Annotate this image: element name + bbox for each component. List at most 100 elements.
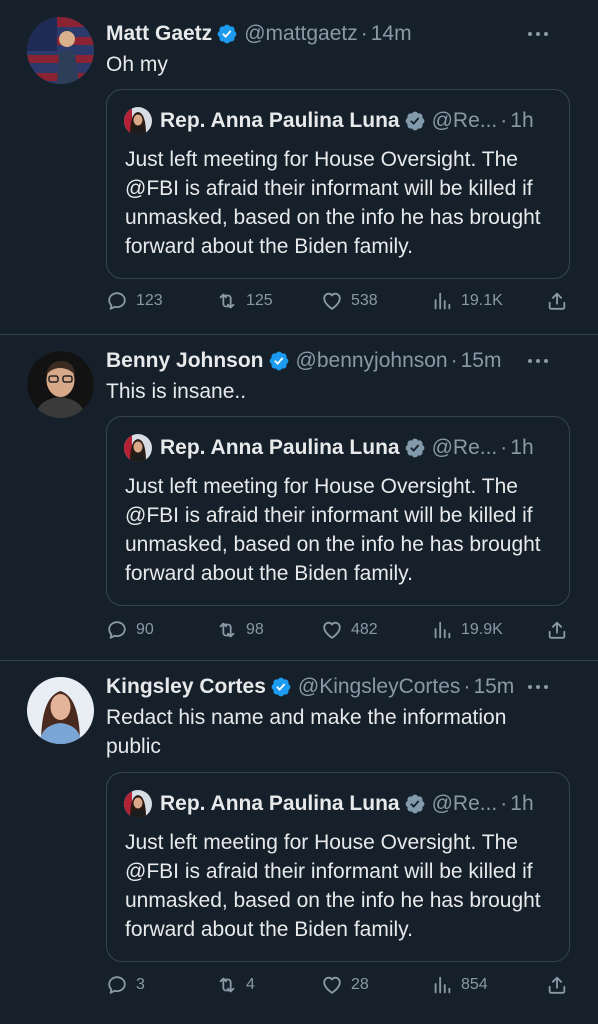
views-icon: [431, 619, 453, 641]
timestamp[interactable]: 14m: [371, 20, 412, 48]
tweet[interactable]: Kingsley Cortes @KingsleyCortes · 15m Re…: [0, 661, 598, 1024]
reply-button[interactable]: 123: [106, 287, 163, 315]
separator-dot: ·: [500, 792, 508, 815]
more-horizontal-icon[interactable]: [528, 347, 548, 375]
tweet-text: Redact his name and make the information…: [106, 706, 507, 758]
share-icon: [546, 974, 568, 996]
quoted-timestamp: 1h: [510, 109, 534, 132]
share-button[interactable]: [546, 971, 568, 999]
author-name[interactable]: Kingsley Cortes: [106, 673, 266, 701]
tweet-text: Oh my: [106, 53, 168, 76]
heart-icon: [321, 290, 343, 312]
tweet-header: Matt Gaetz @mattgaetz · 14m: [106, 20, 578, 48]
view-count: 19.1K: [461, 292, 503, 309]
avatar-image: [27, 17, 94, 84]
separator-dot: ·: [500, 109, 508, 132]
tweet[interactable]: Matt Gaetz @mattgaetz · 14m Oh my Rep. A…: [0, 0, 598, 335]
retweet-button[interactable]: 125: [216, 287, 273, 315]
avatar-image: [27, 677, 94, 744]
action-bar: 3 4 28 854: [106, 971, 570, 999]
quoted-avatar: [124, 107, 152, 135]
views-icon: [431, 974, 453, 996]
quoted-avatar: [124, 434, 152, 462]
quoted-tweet-text: Just left meeting for House Oversight. T…: [125, 148, 541, 258]
more-horizontal-icon[interactable]: [528, 673, 548, 701]
like-button[interactable]: 482: [321, 616, 378, 644]
quoted-avatar: [124, 790, 152, 818]
author-name[interactable]: Matt Gaetz: [106, 20, 212, 48]
reply-count: 90: [136, 621, 154, 638]
like-button[interactable]: 28: [321, 971, 369, 999]
author-handle[interactable]: @mattgaetz: [244, 20, 358, 48]
retweet-icon: [216, 290, 238, 312]
avatar-image: [27, 351, 94, 418]
reply-icon: [106, 974, 128, 996]
view-count: 854: [461, 976, 488, 993]
tweet[interactable]: Benny Johnson @bennyjohnson · 15m This i…: [0, 335, 598, 661]
retweet-count: 4: [246, 976, 255, 993]
views-button[interactable]: 854: [431, 971, 488, 999]
retweet-count: 98: [246, 621, 264, 638]
timestamp[interactable]: 15m: [461, 347, 502, 375]
share-button[interactable]: [546, 616, 568, 644]
action-bar: 90 98 482 19.9K: [106, 616, 570, 644]
separator-dot: ·: [500, 436, 508, 459]
verified-badge-icon: [404, 110, 426, 132]
heart-icon: [321, 974, 343, 996]
quoted-tweet[interactable]: Rep. Anna Paulina Luna @Re... · 1h Just …: [106, 772, 570, 962]
quoted-tweet-text: Just left meeting for House Oversight. T…: [125, 475, 541, 585]
author-handle[interactable]: @KingsleyCortes: [298, 673, 461, 701]
quoted-tweet[interactable]: Rep. Anna Paulina Luna @Re... · 1h Just …: [106, 416, 570, 606]
verified-badge-icon: [404, 793, 426, 815]
separator-dot: ·: [450, 349, 458, 372]
quoted-tweet-header: Rep. Anna Paulina Luna @Re... · 1h: [124, 434, 557, 462]
heart-icon: [321, 619, 343, 641]
retweet-icon: [216, 619, 238, 641]
reply-count: 123: [136, 292, 163, 309]
quoted-tweet-text: Just left meeting for House Oversight. T…: [125, 831, 541, 941]
quoted-timestamp: 1h: [510, 436, 534, 459]
view-count: 19.9K: [461, 621, 503, 638]
tweet-text: This is insane..: [106, 380, 247, 403]
quoted-tweet[interactable]: Rep. Anna Paulina Luna @Re... · 1h Just …: [106, 89, 570, 279]
reply-icon: [106, 619, 128, 641]
verified-badge-icon: [404, 437, 426, 459]
tweet-header: Benny Johnson @bennyjohnson · 15m: [106, 347, 578, 375]
views-button[interactable]: 19.9K: [431, 616, 503, 644]
verified-badge-icon: [270, 676, 292, 698]
timestamp[interactable]: 15m: [473, 673, 514, 701]
avatar[interactable]: [27, 17, 94, 84]
reply-button[interactable]: 90: [106, 616, 154, 644]
more-horizontal-icon[interactable]: [528, 20, 548, 48]
share-icon: [546, 619, 568, 641]
reply-count: 3: [136, 976, 145, 993]
author-handle[interactable]: @bennyjohnson: [296, 347, 448, 375]
share-icon: [546, 290, 568, 312]
views-button[interactable]: 19.1K: [431, 287, 503, 315]
share-button[interactable]: [546, 287, 568, 315]
quoted-author-name: Rep. Anna Paulina Luna: [160, 436, 400, 459]
verified-badge-icon: [216, 23, 238, 45]
retweet-icon: [216, 974, 238, 996]
reply-button[interactable]: 3: [106, 971, 145, 999]
quoted-author-handle: @Re...: [431, 109, 498, 132]
separator-dot: ·: [463, 675, 471, 698]
retweet-count: 125: [246, 292, 273, 309]
retweet-button[interactable]: 98: [216, 616, 264, 644]
quoted-author-name: Rep. Anna Paulina Luna: [160, 792, 400, 815]
quoted-timestamp: 1h: [510, 792, 534, 815]
like-button[interactable]: 538: [321, 287, 378, 315]
quoted-tweet-header: Rep. Anna Paulina Luna @Re... · 1h: [124, 107, 557, 135]
quoted-author-name: Rep. Anna Paulina Luna: [160, 109, 400, 132]
quoted-author-handle: @Re...: [431, 436, 498, 459]
avatar[interactable]: [27, 351, 94, 418]
author-name[interactable]: Benny Johnson: [106, 347, 264, 375]
quoted-author-handle: @Re...: [431, 792, 498, 815]
reply-icon: [106, 290, 128, 312]
verified-badge-icon: [268, 350, 290, 372]
like-count: 482: [351, 621, 378, 638]
views-icon: [431, 290, 453, 312]
avatar[interactable]: [27, 677, 94, 744]
separator-dot: ·: [360, 22, 368, 45]
retweet-button[interactable]: 4: [216, 971, 255, 999]
